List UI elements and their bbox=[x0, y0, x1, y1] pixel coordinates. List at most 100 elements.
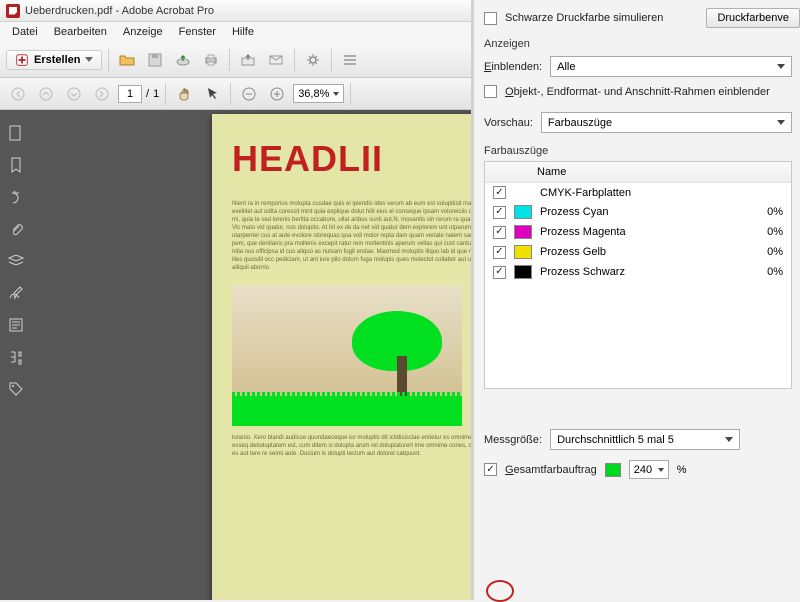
layers-icon bbox=[7, 252, 25, 270]
zoom-in-button[interactable] bbox=[265, 82, 289, 106]
separation-checkbox[interactable] bbox=[493, 266, 506, 279]
separation-percent: 0% bbox=[767, 266, 783, 278]
thumbnails-panel-button[interactable] bbox=[7, 124, 25, 142]
total-coverage-checkbox[interactable] bbox=[484, 463, 497, 476]
vorschau-select[interactable]: Farbauszüge bbox=[541, 112, 792, 133]
separation-name: Prozess Gelb bbox=[540, 246, 759, 258]
last-page-icon bbox=[94, 86, 110, 102]
anzeigen-label: Anzeigen bbox=[484, 38, 800, 50]
farbauszuge-label: Farbauszüge bbox=[484, 145, 800, 157]
create-button[interactable]: Erstellen bbox=[6, 50, 102, 70]
separation-row[interactable]: Prozess Schwarz 0% bbox=[485, 262, 791, 282]
separator bbox=[331, 49, 332, 71]
separation-checkbox[interactable] bbox=[493, 206, 506, 219]
percent-sign: % bbox=[677, 464, 687, 476]
simulate-black-label: Schwarze Druckfarbe simulieren bbox=[505, 12, 663, 24]
hand-tool-button[interactable] bbox=[172, 82, 196, 106]
caption-text: loranio. Xero blandi audisse quundaecequ… bbox=[232, 434, 471, 458]
last-page-button[interactable] bbox=[90, 82, 114, 106]
ink-warning-overlay bbox=[232, 396, 462, 426]
swatch-black-icon bbox=[514, 265, 532, 279]
customize-button[interactable] bbox=[338, 48, 362, 72]
menu-hilfe[interactable]: Hilfe bbox=[224, 24, 262, 40]
zoom-level-select[interactable]: 36,8% bbox=[293, 84, 344, 103]
cloud-button[interactable] bbox=[171, 48, 195, 72]
total-coverage-label: Gesamtfarbauftrag bbox=[505, 464, 597, 476]
coverage-color-swatch-icon bbox=[605, 463, 621, 477]
einblenden-value: Alle bbox=[557, 61, 575, 73]
undo-icon bbox=[7, 188, 25, 206]
bookmark-icon bbox=[7, 156, 25, 174]
einblenden-select[interactable]: Alle bbox=[550, 56, 792, 77]
menu-datei[interactable]: Datei bbox=[4, 24, 46, 40]
save-button[interactable] bbox=[143, 48, 167, 72]
first-page-button[interactable] bbox=[6, 82, 30, 106]
prev-page-button[interactable] bbox=[34, 82, 58, 106]
menubar: Datei Bearbeiten Anzeige Fenster Hilfe bbox=[0, 22, 471, 42]
signatures-panel-button[interactable] bbox=[7, 284, 25, 302]
page-total: 1 bbox=[153, 88, 159, 100]
hand-icon bbox=[176, 86, 192, 102]
menu-anzeige[interactable]: Anzeige bbox=[115, 24, 171, 40]
wrench-icon bbox=[342, 52, 358, 68]
print-button[interactable] bbox=[199, 48, 223, 72]
select-tool-button[interactable] bbox=[200, 82, 224, 106]
attachments-panel-button[interactable] bbox=[7, 220, 25, 238]
share-icon bbox=[240, 52, 256, 68]
undo-button[interactable] bbox=[7, 188, 25, 206]
einblenden-label: Einblenden: bbox=[484, 61, 542, 73]
coverage-value-input[interactable]: 240 bbox=[629, 460, 669, 479]
print-icon bbox=[203, 52, 219, 68]
headline-text: HEADLII bbox=[232, 138, 471, 180]
pdf-page: HEADLII Nient ra in remporios molupta cu… bbox=[212, 114, 471, 600]
layers-panel-button[interactable] bbox=[7, 252, 25, 270]
separation-checkbox[interactable] bbox=[493, 226, 506, 239]
sample-size-value: Durchschnittlich 5 mal 5 bbox=[557, 434, 674, 446]
separator bbox=[350, 83, 351, 105]
sample-size-select[interactable]: Durchschnittlich 5 mal 5 bbox=[550, 429, 740, 450]
separation-checkbox[interactable] bbox=[493, 186, 506, 199]
email-button[interactable] bbox=[264, 48, 288, 72]
articles-panel-button[interactable] bbox=[7, 316, 25, 334]
separation-row[interactable]: Prozess Magenta 0% bbox=[485, 222, 791, 242]
zoom-value: 36,8% bbox=[298, 88, 329, 100]
navpane bbox=[0, 110, 32, 600]
open-button[interactable] bbox=[115, 48, 139, 72]
folder-open-icon bbox=[119, 52, 135, 68]
mail-icon bbox=[268, 52, 284, 68]
separator bbox=[229, 49, 230, 71]
coverage-value: 240 bbox=[634, 464, 652, 476]
separator bbox=[230, 83, 231, 105]
down-arrow-icon bbox=[66, 86, 82, 102]
bookmarks-panel-button[interactable] bbox=[7, 156, 25, 174]
dropdown-arrow-icon bbox=[777, 120, 785, 125]
model-tree-button[interactable] bbox=[7, 348, 25, 366]
separator bbox=[294, 49, 295, 71]
window-title: Ueberdrucken.pdf - Adobe Acrobat Pro bbox=[25, 5, 214, 17]
settings-button[interactable] bbox=[301, 48, 325, 72]
separation-name: Prozess Cyan bbox=[540, 206, 759, 218]
ink-manager-button[interactable]: Druckfarbenve bbox=[706, 8, 800, 28]
menu-bearbeiten[interactable]: Bearbeiten bbox=[46, 24, 115, 40]
separation-name: Prozess Schwarz bbox=[540, 266, 759, 278]
separation-row[interactable]: Prozess Gelb 0% bbox=[485, 242, 791, 262]
swatch-cyan-icon bbox=[514, 205, 532, 219]
document-canvas[interactable]: HEADLII Nient ra in remporios molupta cu… bbox=[32, 110, 471, 600]
tags-panel-button[interactable] bbox=[7, 380, 25, 398]
gear-icon bbox=[305, 52, 321, 68]
page-number-input[interactable] bbox=[118, 85, 142, 103]
photo-preview bbox=[232, 286, 462, 426]
zoom-out-button[interactable] bbox=[237, 82, 261, 106]
dropdown-arrow-icon bbox=[333, 92, 339, 96]
next-page-button[interactable] bbox=[62, 82, 86, 106]
separation-row[interactable]: Prozess Cyan 0% bbox=[485, 202, 791, 222]
boxes-checkbox[interactable] bbox=[484, 85, 497, 98]
menu-fenster[interactable]: Fenster bbox=[171, 24, 224, 40]
simulate-black-checkbox[interactable] bbox=[484, 12, 497, 25]
separations-header: Name bbox=[485, 162, 791, 183]
share-button[interactable] bbox=[236, 48, 260, 72]
page-divider: / bbox=[146, 88, 149, 100]
separation-row[interactable]: CMYK-Farbplatten bbox=[485, 183, 791, 202]
main-toolbar: Erstellen bbox=[0, 42, 471, 78]
separation-checkbox[interactable] bbox=[493, 246, 506, 259]
